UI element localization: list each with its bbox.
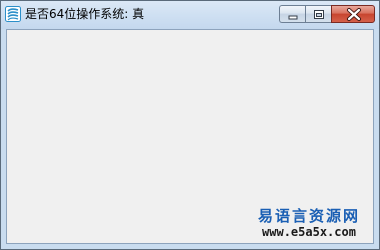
app-logo-icon[interactable]: [5, 6, 21, 22]
client-area: 易语言资源网 www.e5a5x.com: [6, 29, 374, 244]
watermark-site-name: 易语言资源网: [257, 207, 360, 225]
close-button[interactable]: [331, 5, 375, 23]
app-window: 是否64位操作系统: 真 易语言资源网 www.e5a5x.com: [0, 0, 380, 250]
close-icon: [347, 8, 361, 21]
watermark: 易语言资源网 www.e5a5x.com: [249, 207, 369, 239]
maximize-icon: [314, 10, 324, 19]
caption-buttons: [279, 5, 375, 23]
minimize-button[interactable]: [279, 5, 305, 23]
minimize-icon: [288, 15, 298, 20]
watermark-url: www.e5a5x.com: [262, 225, 356, 239]
title-bar[interactable]: 是否64位操作系统: 真: [1, 1, 379, 29]
maximize-button[interactable]: [305, 5, 331, 23]
window-title: 是否64位操作系统: 真: [25, 7, 145, 21]
